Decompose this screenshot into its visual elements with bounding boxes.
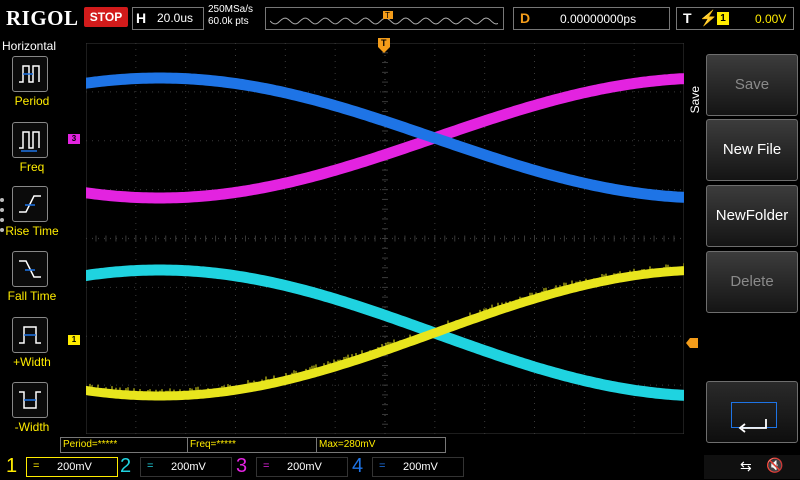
- measure-category-title: Horizontal: [2, 39, 57, 53]
- measure-freq-button[interactable]: Freq: [4, 122, 60, 184]
- trigger-box[interactable]: T ⚡ 1 0.00V: [676, 7, 794, 30]
- max-readout: Max=280mV: [316, 437, 446, 453]
- channel-bar: Period=***** Freq=***** Max=280mV 1 = 20…: [0, 435, 800, 480]
- new-file-button[interactable]: New File: [706, 119, 798, 181]
- trigger-key: T: [683, 10, 692, 26]
- memory-waveform-strip: T: [270, 11, 499, 25]
- rising-edge-icon: ⚡: [699, 10, 718, 27]
- channel-2-scale: 200mV: [171, 461, 206, 473]
- brand-logo: RIGOL: [6, 6, 79, 30]
- channel-3-scale: 200mV: [287, 461, 322, 473]
- timebase-value: 20.0us: [157, 11, 194, 25]
- return-button[interactable]: [706, 381, 798, 443]
- frequency-icon: [12, 122, 48, 158]
- delete-button[interactable]: Delete: [706, 251, 798, 313]
- waveform-display[interactable]: [86, 43, 684, 434]
- channel-2-scale-box: = 200mV: [140, 457, 232, 477]
- fall-time-icon: [12, 251, 48, 287]
- measure-positive-width-label: +Width: [13, 355, 51, 369]
- new-folder-button[interactable]: NewFolder: [706, 185, 798, 247]
- memory-trigger-letter: T: [385, 11, 390, 20]
- channel-2-trace: [86, 264, 684, 401]
- timebase-key: H: [136, 10, 147, 26]
- measure-negative-width-label: -Width: [14, 420, 50, 434]
- timebase-box[interactable]: H 20.0us: [132, 7, 204, 30]
- trigger-source: 1: [717, 12, 729, 25]
- channel-4-tab[interactable]: 4 = 200mV: [352, 453, 464, 479]
- acquisition-info: 250MSa/s 60.0k pts: [208, 4, 253, 28]
- measure-positive-width-button[interactable]: +Width: [4, 317, 60, 379]
- system-tray: ⇆ 🔇: [704, 455, 800, 479]
- save-menu-title: Save: [688, 86, 702, 114]
- channel-1-tab[interactable]: 1 = 200mV: [6, 453, 118, 479]
- memory-overview[interactable]: T: [265, 7, 504, 30]
- measure-period-label: Period: [14, 94, 50, 108]
- measure-rise-time-label: Rise Time: [5, 224, 59, 238]
- graticule: [86, 43, 684, 434]
- channel-4-number: 4: [352, 455, 364, 477]
- measure-menu: Horizontal Period Freq Rise Time Fall Ti…: [0, 36, 60, 456]
- usb-icon: ⇆: [740, 458, 752, 474]
- status-bar: RIGOL STOP H 20.0us 250MSa/s 60.0k pts T…: [0, 0, 800, 36]
- channel-2-tab[interactable]: 2 = 200mV: [120, 453, 232, 479]
- channel-1-scale-box: = 200mV: [26, 457, 118, 477]
- measure-rise-time-button[interactable]: Rise Time: [4, 186, 60, 248]
- channel-3-number: 3: [236, 455, 248, 477]
- run-stop-button[interactable]: STOP: [84, 7, 128, 27]
- channel-1-number: 1: [6, 455, 18, 477]
- channel-3-scale-box: = 200mV: [256, 457, 348, 477]
- channel-1-scale: 200mV: [57, 461, 92, 473]
- delay-box[interactable]: D 0.00000000ps: [513, 7, 670, 30]
- channel-4-scale: 200mV: [403, 461, 438, 473]
- positive-width-icon: [12, 317, 48, 353]
- channel-3-tab[interactable]: 3 = 200mV: [236, 453, 348, 479]
- negative-width-icon: [12, 382, 48, 418]
- dc-coupling-icon: =: [379, 460, 386, 472]
- dc-coupling-icon: =: [147, 460, 154, 472]
- trigger-position-marker[interactable]: T: [378, 38, 390, 54]
- dc-coupling-icon: =: [263, 460, 270, 472]
- measure-fall-time-button[interactable]: Fall Time: [4, 251, 60, 313]
- freq-readout: Freq=*****: [187, 437, 317, 453]
- delay-key: D: [520, 10, 531, 26]
- channel-1-ground-marker[interactable]: 1: [68, 335, 80, 345]
- channel-2-number: 2: [120, 455, 132, 477]
- speaker-muted-icon[interactable]: 🔇: [766, 457, 783, 474]
- period-readout: Period=*****: [60, 437, 188, 453]
- return-icon: [731, 402, 777, 433]
- delay-value: 0.00000000ps: [560, 12, 637, 26]
- measure-fall-time-label: Fall Time: [7, 289, 57, 303]
- sample-rate: 250MSa/s: [208, 4, 254, 15]
- trigger-level: 0.00V: [755, 12, 787, 26]
- save-menu: Save Save New File NewFolder Delete: [686, 36, 800, 450]
- dc-coupling-icon: =: [33, 460, 40, 472]
- channel-4-scale-box: = 200mV: [372, 457, 464, 477]
- measure-period-button[interactable]: Period: [4, 56, 60, 118]
- save-button[interactable]: Save: [706, 54, 798, 116]
- measure-freq-label: Freq: [19, 160, 45, 174]
- trigger-position-letter: T: [381, 38, 387, 48]
- channel-3-ground-marker[interactable]: 3: [68, 134, 80, 144]
- period-icon: [12, 56, 48, 92]
- memory-depth: 60.0k pts: [208, 16, 249, 27]
- rise-time-icon: [12, 186, 48, 222]
